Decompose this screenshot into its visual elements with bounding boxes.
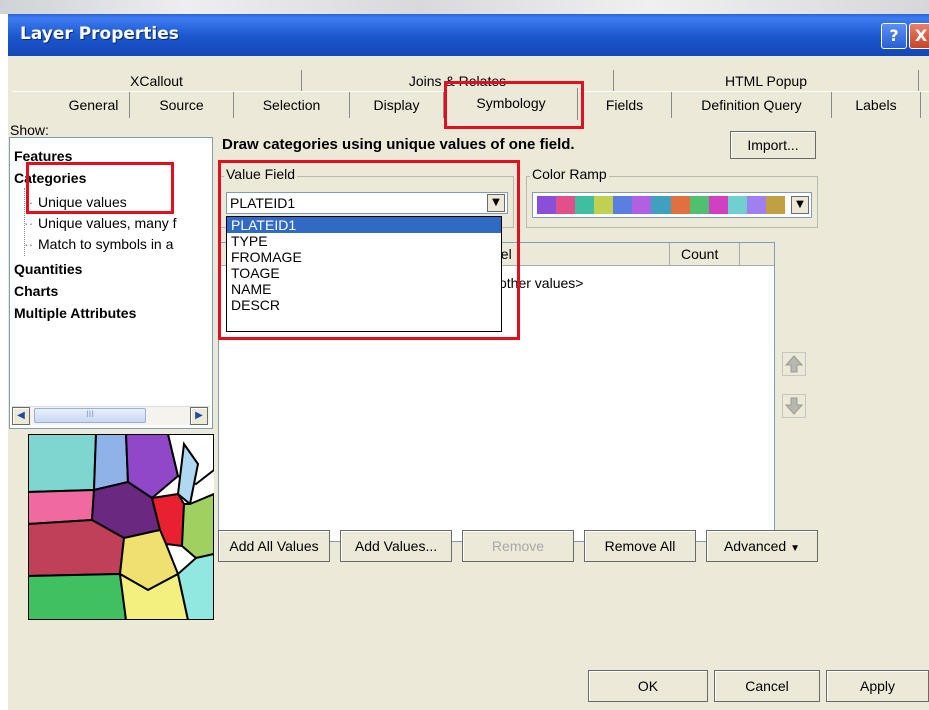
column-divider bbox=[669, 243, 670, 265]
tree-item-quantities[interactable]: Quantities bbox=[14, 261, 82, 277]
color-ramp-swatch-segment bbox=[651, 196, 671, 214]
tab-source[interactable]: Source bbox=[130, 92, 234, 118]
dialog-body: XCallout Joins & Relates HTML Popup Gene… bbox=[8, 56, 929, 710]
color-ramp-swatch-segment bbox=[537, 196, 557, 214]
apply-button[interactable]: Apply bbox=[826, 670, 929, 702]
tab-labels[interactable]: Labels bbox=[832, 92, 921, 118]
window-title: Layer Properties bbox=[20, 24, 179, 44]
remove-button[interactable]: Remove bbox=[462, 530, 574, 562]
help-button[interactable]: ? bbox=[881, 23, 907, 49]
add-values-button[interactable]: Add Values... bbox=[340, 530, 452, 562]
tree-item-unique-values-many[interactable]: Unique values, many f bbox=[38, 215, 177, 231]
add-all-values-button[interactable]: Add All Values bbox=[218, 530, 330, 562]
scroll-right-icon[interactable]: ▶ bbox=[190, 407, 208, 425]
up-arrow-icon bbox=[784, 355, 804, 373]
color-ramp-swatch-segment bbox=[556, 196, 576, 214]
map-preview-image bbox=[27, 433, 215, 621]
tree-item-multiple-attributes[interactable]: Multiple Attributes bbox=[14, 305, 136, 321]
symbology-tab-highlight bbox=[444, 81, 584, 129]
tab-definition-query[interactable]: Definition Query bbox=[672, 92, 832, 118]
down-arrow-icon bbox=[784, 397, 804, 415]
color-ramp-swatch-segment bbox=[689, 196, 709, 214]
tab-display[interactable]: Display bbox=[350, 92, 444, 118]
chevron-down-icon[interactable]: ▼ bbox=[791, 196, 809, 214]
tree-branch: ·· bbox=[24, 236, 34, 252]
show-label: Show: bbox=[10, 122, 49, 138]
close-button[interactable]: X bbox=[909, 23, 929, 49]
tab-selection[interactable]: Selection bbox=[234, 92, 350, 118]
color-ramp-swatch-segment bbox=[575, 196, 595, 214]
color-ramp-swatch bbox=[537, 196, 786, 214]
tab-general[interactable]: General bbox=[58, 92, 130, 118]
color-ramp-swatch-segment bbox=[708, 196, 728, 214]
color-ramp-swatch-segment bbox=[746, 196, 766, 214]
scroll-left-icon[interactable]: ◀ bbox=[12, 407, 30, 425]
title-bar[interactable]: Layer Properties ? X bbox=[8, 14, 929, 56]
color-ramp-swatch-segment bbox=[613, 196, 633, 214]
column-divider bbox=[739, 243, 740, 265]
tab-xcallout[interactable]: XCallout bbox=[12, 70, 302, 92]
categories-highlight bbox=[26, 162, 174, 214]
color-ramp-swatch-segment bbox=[632, 196, 652, 214]
tab-html-popup[interactable]: HTML Popup bbox=[614, 70, 919, 92]
advanced-button[interactable]: Advanced ▼ bbox=[706, 530, 818, 562]
chevron-down-icon: ▼ bbox=[790, 543, 801, 554]
import-button[interactable]: Import... bbox=[730, 131, 816, 159]
color-ramp-swatch-segment bbox=[670, 196, 690, 214]
tab-fields[interactable]: Fields bbox=[578, 92, 672, 118]
layer-properties-window: Layer Properties ? X XCallout Joins & Re… bbox=[0, 0, 929, 710]
background-strip bbox=[0, 0, 929, 14]
color-ramp-swatch-segment bbox=[594, 196, 614, 214]
map-preview bbox=[27, 433, 215, 621]
count-column-header[interactable]: Count bbox=[681, 246, 718, 262]
cancel-button[interactable]: Cancel bbox=[714, 670, 820, 702]
tree-item-match-to-symbols[interactable]: Match to symbols in a bbox=[38, 236, 173, 252]
color-ramp-select[interactable]: ▼ bbox=[532, 192, 812, 218]
color-ramp-label: Color Ramp bbox=[530, 166, 609, 182]
advanced-label: Advanced bbox=[723, 538, 787, 554]
color-ramp-swatch-segment bbox=[765, 196, 786, 214]
horizontal-scrollbar[interactable]: ◀ III ▶ bbox=[12, 406, 210, 425]
scroll-thumb[interactable]: III bbox=[34, 408, 146, 423]
move-down-button[interactable] bbox=[782, 394, 806, 418]
value-field-highlight bbox=[218, 160, 520, 340]
color-ramp-swatch-segment bbox=[727, 196, 747, 214]
symbology-heading: Draw categories using unique values of o… bbox=[222, 136, 575, 153]
move-up-button[interactable] bbox=[782, 352, 806, 376]
tree-item-charts[interactable]: Charts bbox=[14, 283, 58, 299]
ok-button[interactable]: OK bbox=[588, 670, 708, 702]
tree-branch: ·· bbox=[24, 215, 34, 231]
remove-all-button[interactable]: Remove All bbox=[584, 530, 696, 562]
